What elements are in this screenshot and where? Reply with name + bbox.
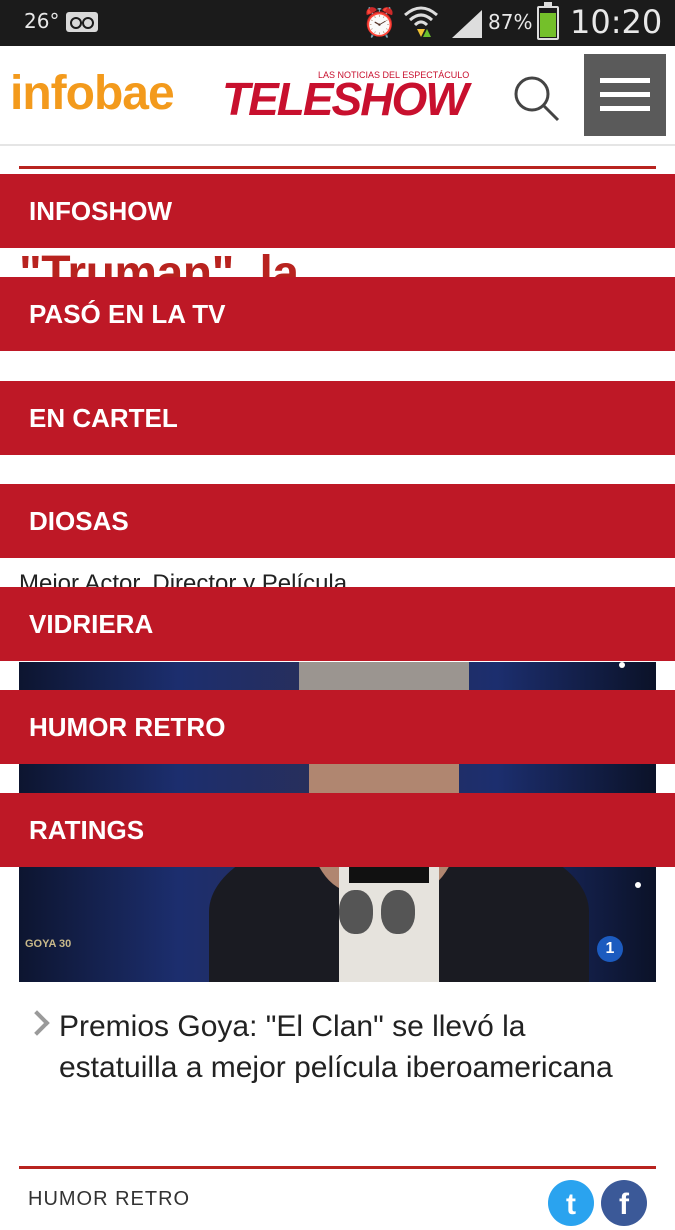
site-header: infobae LAS NOTICIAS DEL ESPECTÁCULO TEL… <box>0 46 675 146</box>
infobae-logo[interactable]: infobae <box>10 66 175 121</box>
battery-percent: 87% <box>488 10 533 34</box>
battery-level <box>540 12 556 37</box>
menu-item-paso-en-la-tv[interactable]: PASÓ EN LA TV <box>0 277 675 351</box>
facebook-share-icon[interactable]: f <box>601 1180 647 1226</box>
chevron-right-icon <box>24 1010 50 1036</box>
menu-item-diosas[interactable]: DIOSAS <box>0 484 675 558</box>
clock: 10:20 <box>570 3 663 41</box>
top-divider <box>19 166 656 169</box>
battery-icon <box>537 2 559 40</box>
menu-item-en-cartel[interactable]: EN CARTEL <box>0 381 675 455</box>
menu-item-ratings[interactable]: RATINGS <box>0 793 675 867</box>
teleshow-logo[interactable]: TELESHOW <box>222 72 469 126</box>
search-icon[interactable] <box>512 74 562 124</box>
menu-item-vidriera[interactable]: VIDRIERA <box>0 587 675 661</box>
related-link-text[interactable]: Premios Goya: "El Clan" se llevó la esta… <box>59 1006 619 1088</box>
menu-item-humor-retro[interactable]: HUMOR RETRO <box>0 690 675 764</box>
menu-item-infoshow[interactable]: INFOSHOW <box>0 174 675 248</box>
voicemail-icon <box>66 12 98 32</box>
menu-button[interactable] <box>584 54 666 136</box>
status-bar: 26° ⏰ 87% 10:20 <box>0 0 675 46</box>
twitter-share-icon[interactable]: t <box>548 1180 594 1226</box>
goya-watermark: GOYA 30 <box>25 938 72 950</box>
weather-temperature: 26° <box>24 9 60 33</box>
wifi-icon <box>404 6 438 37</box>
signal-icon <box>452 10 482 38</box>
bottom-divider <box>19 1166 656 1169</box>
channel-logo: 1 <box>597 936 623 962</box>
hamburger-icon <box>600 78 650 83</box>
alarm-icon: ⏰ <box>362 6 397 39</box>
